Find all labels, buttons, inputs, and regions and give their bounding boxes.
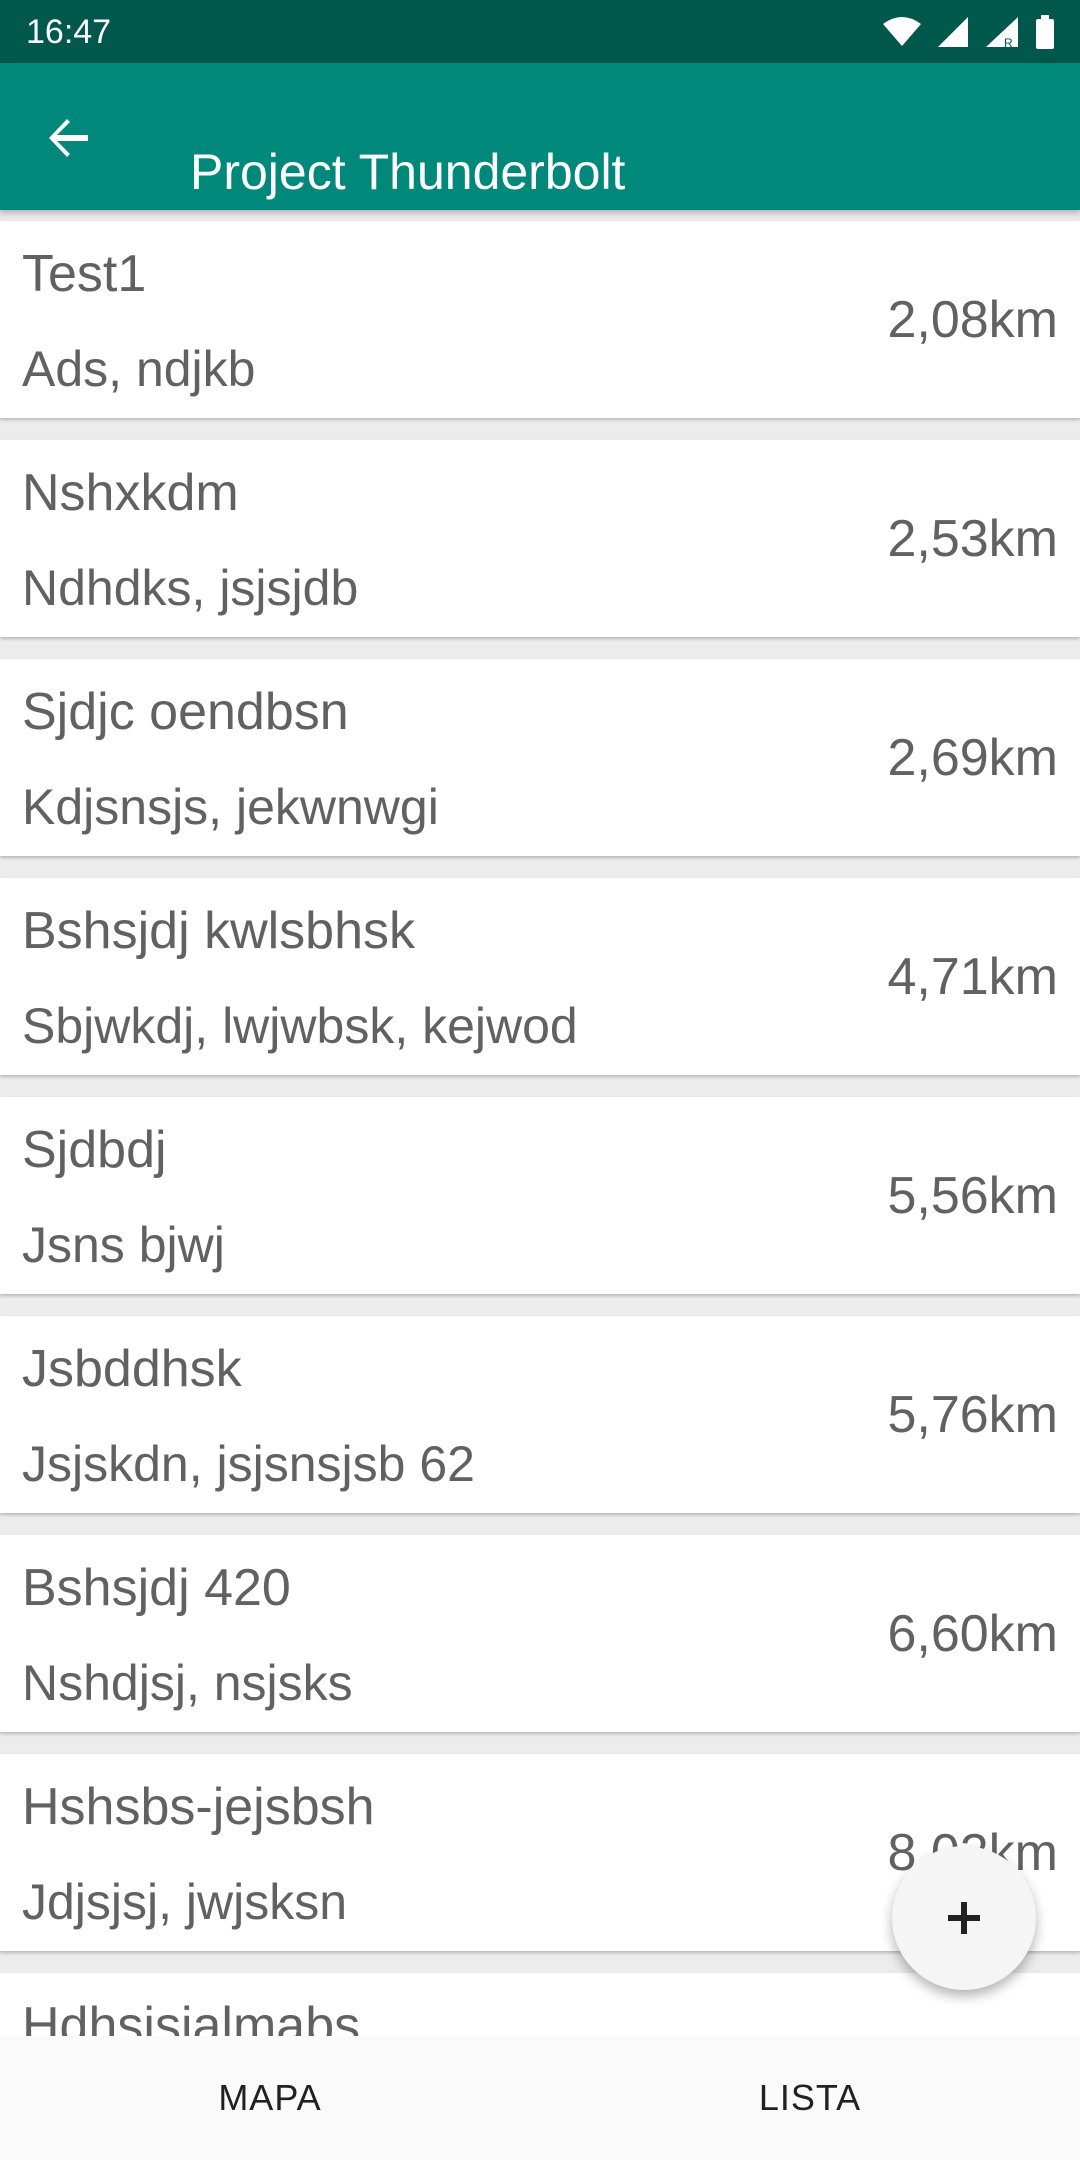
place-address: Jdjsjsj, jwjsksn (22, 1874, 348, 1930)
list-item[interactable]: Sjdbdj Jsns bjwj 5,56km (0, 1097, 1080, 1294)
place-name: Bshsjdj 420 (22, 1559, 291, 1617)
place-distance: 6,60km (887, 1605, 1058, 1663)
place-name: Sjdjc oendbsn (22, 683, 349, 741)
place-distance: 5,76km (887, 1386, 1058, 1444)
screen: 16:47 R Project Thunderbolt Test1 Ads, n… (0, 0, 1080, 2160)
place-name: Sjdbdj (22, 1121, 167, 1179)
list-item[interactable]: Test1 Ads, ndjkb 2,08km (0, 221, 1080, 418)
place-name: Hdhsjsjalmabs (22, 1997, 361, 2036)
list-item[interactable]: Sjdjc oendbsn Kdjsnsjs, jekwnwgi 2,69km (0, 659, 1080, 856)
wifi-icon (883, 17, 921, 46)
place-address: Jsns bjwj (22, 1217, 225, 1273)
tab-mapa[interactable]: MAPA (0, 2036, 540, 2160)
place-name: Bshsjdj kwlsbhsk (22, 902, 416, 960)
place-distance: 5,56km (887, 1167, 1058, 1225)
place-name: Hshsbs-jejsbsh (22, 1778, 375, 1836)
list-item[interactable]: Jsbddhsk Jsjskdn, jsjsnsjsb 62 5,76km (0, 1316, 1080, 1513)
bottom-navigation: MAPA LISTA (0, 2036, 1080, 2160)
place-name: Nshxkdm (22, 464, 239, 522)
places-list[interactable]: Test1 Ads, ndjkb 2,08km Nshxkdm Ndhdks, … (0, 210, 1080, 2036)
page-title: Project Thunderbolt (190, 143, 626, 200)
battery-icon (1036, 15, 1054, 49)
cellular-signal-icon (938, 17, 968, 47)
arrow-back-icon (49, 119, 88, 157)
place-name: Jsbddhsk (22, 1340, 242, 1398)
list-item[interactable]: Nshxkdm Ndhdks, jsjsjdb 2,53km (0, 440, 1080, 637)
place-address: Sbjwkdj, lwjwbsk, kejwod (22, 998, 578, 1054)
app-bar: Project Thunderbolt (0, 63, 1080, 210)
place-distance: 4,71km (887, 948, 1058, 1006)
back-button[interactable] (34, 103, 104, 173)
place-distance: 2,08km (887, 291, 1058, 349)
add-place-button[interactable] (892, 1846, 1036, 1990)
status-time: 16:47 (26, 13, 112, 51)
cellular-signal-roaming-icon: R (986, 17, 1018, 49)
place-distance: 2,69km (887, 729, 1058, 787)
place-address: Ndhdks, jsjsjdb (22, 560, 359, 616)
list-item[interactable]: Bshsjdj kwlsbhsk Sbjwkdj, lwjwbsk, kejwo… (0, 878, 1080, 1075)
place-name: Test1 (22, 245, 147, 303)
place-address: Kdjsnsjs, jekwnwgi (22, 779, 439, 835)
place-address: Ads, ndjkb (22, 341, 256, 397)
place-distance: 2,53km (887, 510, 1058, 568)
place-address: Nshdjsj, nsjsks (22, 1655, 353, 1711)
place-address: Jsjskdn, jsjsnsjsb 62 (22, 1436, 475, 1492)
tab-lista[interactable]: LISTA (540, 2036, 1080, 2160)
status-icons: R (882, 12, 1054, 52)
plus-icon (948, 1902, 980, 1934)
list-item[interactable]: Bshsjdj 420 Nshdjsj, nsjsks 6,60km (0, 1535, 1080, 1732)
status-bar: 16:47 R (0, 0, 1080, 63)
list-item[interactable]: Hdhsjsjalmabs (0, 1973, 1080, 2036)
svg-text:R: R (1004, 36, 1013, 49)
